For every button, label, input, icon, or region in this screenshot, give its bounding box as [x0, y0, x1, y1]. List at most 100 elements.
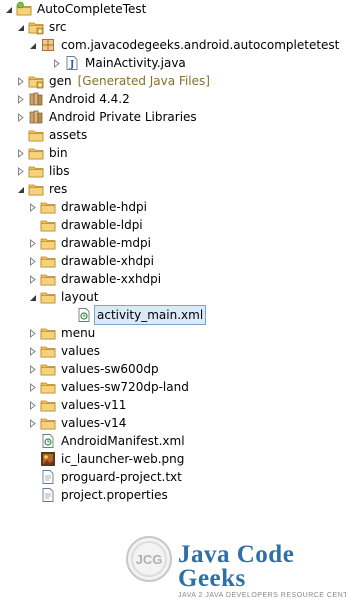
android-project-icon [16, 1, 32, 17]
tree-item-src[interactable]: src [16, 18, 69, 36]
tree-item-bin[interactable]: bin [16, 144, 70, 162]
tree-item-values[interactable]: values [28, 342, 102, 360]
tree-item-values-sw720dp-land[interactable]: values-sw720dp-land [28, 378, 191, 396]
expand-arrow-icon[interactable] [28, 252, 37, 270]
xml-file-icon [76, 307, 92, 323]
tree-item-label: values [61, 344, 101, 358]
folder-icon [40, 415, 56, 431]
tree-item-label: res [49, 182, 68, 196]
tree-item-label: layout [61, 290, 99, 304]
tree-item-activity-main-xml[interactable]: activity_main.xml [76, 305, 207, 325]
folder-icon [40, 217, 56, 233]
expand-arrow-icon[interactable] [28, 396, 37, 414]
expand-arrow-icon[interactable] [28, 378, 37, 396]
java-file-icon [64, 55, 80, 71]
expand-arrow-icon[interactable] [28, 360, 37, 378]
tree-item-proguard[interactable]: proguard-project.txt [40, 468, 184, 486]
expand-arrow-icon[interactable] [16, 90, 25, 108]
expand-arrow-icon[interactable] [16, 108, 25, 126]
expand-arrow-icon[interactable] [28, 270, 37, 288]
tree-item-menu[interactable]: menu [28, 324, 97, 342]
tree-item-label: drawable-hdpi [61, 200, 147, 214]
tree-item-package[interactable]: com.javacodegeeks.android.autocompletete… [28, 36, 341, 54]
tree-item-drawable-hdpi[interactable]: drawable-hdpi [28, 198, 149, 216]
xml-file-icon [40, 433, 56, 449]
folder-icon [40, 199, 56, 215]
tree-item-libs[interactable]: libs [16, 162, 72, 180]
expand-arrow-icon[interactable] [28, 324, 37, 342]
tree-item-label: ic_launcher-web.png [61, 452, 185, 466]
tree-item-drawable-mdpi[interactable]: drawable-mdpi [28, 234, 153, 252]
text-file-icon [40, 469, 56, 485]
library-icon [28, 109, 44, 125]
tree-item-android-manifest[interactable]: AndroidManifest.xml [40, 432, 187, 450]
text-file-icon [40, 487, 56, 503]
folder-icon [40, 253, 56, 269]
tree-item-label: values-v14 [61, 416, 127, 430]
tree-item-launcher-image[interactable]: ic_launcher-web.png [40, 450, 186, 468]
expand-arrow-icon[interactable] [16, 144, 25, 162]
expand-arrow-icon[interactable] [28, 414, 37, 432]
jcg-logo-text: JCG [136, 552, 163, 567]
expand-arrow-icon[interactable] [28, 198, 37, 216]
source-folder-icon [28, 19, 44, 35]
tree-item-drawable-xxhdpi[interactable]: drawable-xxhdpi [28, 270, 163, 288]
watermark-tagline: JAVA 2 JAVA DEVELOPERS RESOURCE CENTER [178, 592, 346, 599]
folder-icon [40, 271, 56, 287]
tree-item-label: AutoCompleteTest [37, 2, 147, 16]
folder-icon [28, 163, 44, 179]
tree-item-label: menu [61, 326, 96, 340]
tree-item-label: src [49, 20, 67, 34]
collapse-arrow-icon[interactable] [28, 288, 37, 306]
tree-item-label: bin [49, 146, 68, 160]
tree-item-gen[interactable]: gen [Generated Java Files] [16, 72, 210, 90]
tree-item-label: AndroidManifest.xml [61, 434, 185, 448]
tree-item-label: Android 4.4.2 [49, 92, 130, 106]
folder-icon [40, 289, 56, 305]
folder-icon [40, 361, 56, 377]
tree-item-layout[interactable]: layout [28, 288, 100, 306]
expand-arrow-icon[interactable] [28, 234, 37, 252]
generated-decoration: [Generated Java Files] [77, 74, 210, 88]
collapse-arrow-icon[interactable] [4, 0, 13, 18]
tree-item-project[interactable]: AutoCompleteTest [4, 0, 148, 18]
folder-icon [40, 397, 56, 413]
folder-icon [40, 379, 56, 395]
folder-icon [28, 127, 44, 143]
expand-arrow-icon[interactable] [16, 72, 25, 90]
tree-item-values-sw600dp[interactable]: values-sw600dp [28, 360, 161, 378]
tree-item-values-v14[interactable]: values-v14 [28, 414, 128, 432]
tree-item-res[interactable]: res [16, 180, 69, 198]
expand-arrow-icon[interactable] [28, 342, 37, 360]
tree-item-label: drawable-mdpi [61, 236, 151, 250]
tree-item-label: drawable-ldpi [61, 218, 143, 232]
tree-item-android-library[interactable]: Android 4.4.2 [16, 90, 132, 108]
java-code-geeks-watermark: JCG Java Code Geeks JAVA 2 JAVA DEVELOPE… [124, 532, 346, 599]
tree-item-label: assets [49, 128, 88, 142]
collapse-arrow-icon[interactable] [16, 180, 25, 198]
package-icon [40, 37, 56, 53]
expand-arrow-icon[interactable] [16, 162, 25, 180]
tree-item-assets[interactable]: assets [28, 126, 89, 144]
folder-icon [40, 235, 56, 251]
tree-item-private-libraries[interactable]: Android Private Libraries [16, 108, 199, 126]
tree-item-values-v11[interactable]: values-v11 [28, 396, 128, 414]
tree-item-main-activity[interactable]: MainActivity.java [52, 54, 188, 72]
source-folder-icon [28, 73, 44, 89]
tree-item-label: values-v11 [61, 398, 127, 412]
tree-item-label: values-sw720dp-land [61, 380, 189, 394]
folder-icon [28, 145, 44, 161]
collapse-arrow-icon[interactable] [16, 18, 25, 36]
tree-item-label: proguard-project.txt [61, 470, 182, 484]
tree-item-label: project.properties [61, 488, 168, 502]
tree-item-project-properties[interactable]: project.properties [40, 486, 170, 504]
expand-arrow-icon[interactable] [52, 54, 61, 72]
folder-icon [40, 343, 56, 359]
tree-item-drawable-xhdpi[interactable]: drawable-xhdpi [28, 252, 156, 270]
tree-item-drawable-ldpi[interactable]: drawable-ldpi [40, 216, 145, 234]
jcg-logo-icon: JCG [126, 536, 172, 582]
tree-item-label: Android Private Libraries [49, 110, 197, 124]
tree-item-label: MainActivity.java [85, 56, 186, 70]
folder-icon [28, 181, 44, 197]
collapse-arrow-icon[interactable] [28, 36, 37, 54]
